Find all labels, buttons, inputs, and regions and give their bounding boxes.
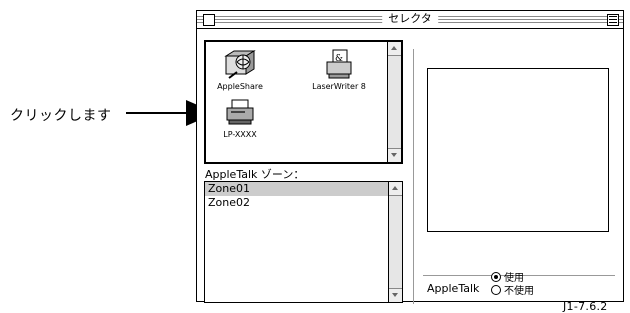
driver-icon-pane: AppleShare & LaserWriter 8 LP-XXXX <box>204 40 403 164</box>
title-bar[interactable]: セレクタ <box>197 11 623 29</box>
close-box-icon[interactable] <box>203 14 215 26</box>
radio-unselected-icon[interactable] <box>491 285 501 295</box>
zone-item-zone01[interactable]: Zone01 <box>205 182 388 196</box>
zone-item-zone02[interactable]: Zone02 <box>205 196 388 210</box>
driver-label: LaserWriter 8 <box>312 82 366 91</box>
chooser-window: セレクタ AppleShare & LaserWriter 8 LP-XXXX … <box>196 10 624 313</box>
radio-on-label: 使用 <box>504 273 524 284</box>
collapse-box-icon[interactable] <box>607 14 619 26</box>
printer-list-box[interactable] <box>427 68 609 232</box>
radio-selected-icon[interactable] <box>491 272 501 282</box>
zone-list[interactable]: Zone01 Zone02 <box>204 181 403 303</box>
window-title: セレクタ <box>382 12 438 26</box>
scroll-up-icon[interactable] <box>388 42 401 56</box>
appleshare-icon <box>224 50 256 79</box>
printer-icon <box>226 99 254 125</box>
pane-divider <box>413 49 414 304</box>
appletalk-label: AppleTalk <box>427 282 480 295</box>
zone-list-label: AppleTalk ゾーン： <box>205 168 305 181</box>
version-number: J1-7.6.2 <box>563 300 608 313</box>
driver-label: LP-XXXX <box>223 130 257 139</box>
driver-lp-xxxx[interactable]: LP-XXXX <box>210 98 270 139</box>
driver-laserwriter[interactable]: & LaserWriter 8 <box>300 48 378 91</box>
callout-label: クリックします <box>10 108 112 124</box>
appletalk-on-option[interactable]: 使用 <box>491 272 524 285</box>
driver-appleshare[interactable]: AppleShare <box>210 48 270 91</box>
icon-pane-scrollbar[interactable] <box>387 42 401 162</box>
scroll-down-icon[interactable] <box>388 148 401 162</box>
zone-list-scrollbar[interactable] <box>388 182 402 302</box>
scroll-down-icon[interactable] <box>389 288 402 302</box>
scroll-up-icon[interactable] <box>389 182 402 196</box>
radio-off-label: 不使用 <box>504 286 534 297</box>
appletalk-off-option[interactable]: 不使用 <box>491 285 534 298</box>
laserwriter-icon: & <box>326 49 352 79</box>
driver-label: AppleShare <box>217 82 263 91</box>
